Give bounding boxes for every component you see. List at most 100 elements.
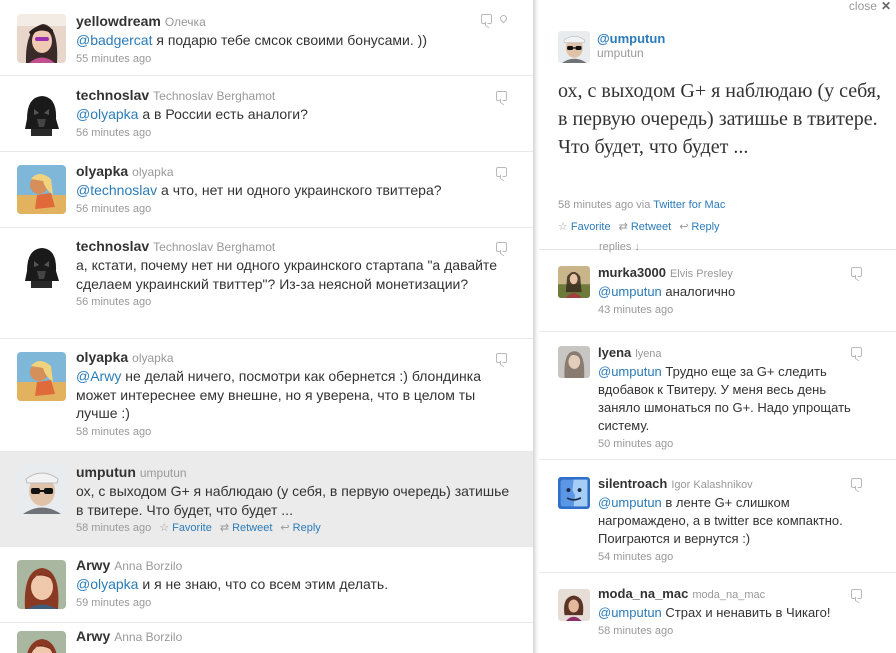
tweet-author[interactable]: olyapka [76,349,128,365]
tweet-text: @badgercat я подарю тебе смсок своими бо… [76,31,513,50]
tweet-text: @olyapka и я не знаю, что со всем этим д… [76,575,513,594]
timeline-tweet[interactable]: Arwy Anna Borzilo @olyapka и я не знаю, ч… [0,547,533,623]
tweet-author[interactable]: yellowdream [76,13,161,29]
reply-author[interactable]: moda_na_mac [598,586,688,601]
avatar-technoslav[interactable] [17,89,66,138]
close-label: close [848,0,877,13]
avatar-technoslav[interactable] [17,241,66,290]
tweet-timestamp[interactable]: 58 minutes ago [76,522,151,534]
timeline-tweet[interactable]: Arwy Anna Borzilo [0,623,533,653]
reply-bubble-icon[interactable] [496,241,507,252]
reply-bubble-icon[interactable] [851,266,862,277]
reply-timestamp[interactable]: 54 minutes ago [598,549,864,565]
detail-username: umputun [597,46,644,60]
reply-bubble-icon[interactable] [851,346,862,357]
tweet-text-body: я подарю тебе смсок своими бонусами. )) [152,32,427,48]
reply-text: @umputun Страх и ненавить в Чикаго! [598,604,864,622]
tweet-author[interactable]: olyapka [76,163,128,179]
timeline-tweet[interactable]: olyapka olyapka @Arwy не делай ничего, по… [0,339,533,452]
avatar-lyena[interactable] [558,346,590,378]
detail-screen-name[interactable]: @umputun [597,31,665,46]
detail-client-link[interactable]: Twitter for Mac [653,199,725,211]
tweet-icons [488,164,507,178]
tweet-timestamp[interactable]: 56 minutes ago [76,201,513,217]
avatar-yellowdream[interactable] [17,14,66,63]
mention-link[interactable]: @umputun [598,284,662,299]
tweet-author[interactable]: technoslav [76,87,149,103]
tweet-fullname: Technoslav Berghamot [153,240,276,254]
reply-author[interactable]: lyena [598,345,631,360]
reply-bubble-icon[interactable] [496,90,507,101]
reply-bubble-icon[interactable] [481,13,492,24]
reply-bubble-icon[interactable] [496,352,507,363]
reply-timestamp[interactable]: 58 minutes ago [598,623,864,639]
timeline-tweet[interactable]: technoslav Technoslav Berghamot @olyapka … [0,76,533,152]
mention-link[interactable]: @badgercat [76,32,152,48]
tweet-author[interactable]: Arwy [76,628,110,644]
tweet-text-body: а в России есть аналоги? [138,106,308,122]
reply-author[interactable]: murka3000 [598,265,666,280]
avatar-olyapka[interactable] [17,165,66,214]
detail-actions: ☆ Favorite ⇄ Retweet ↩ Reply [558,220,720,233]
geo-pin-icon[interactable] [498,13,509,24]
timeline-tweet[interactable]: yellowdream Олечка @badgercat я подарю те… [0,0,533,76]
reply-timestamp[interactable]: 43 minutes ago [598,302,864,318]
reply-label: Reply [292,522,321,534]
tweet-timestamp[interactable]: 59 minutes ago [76,595,513,611]
mention-link[interactable]: @olyapka [76,106,138,122]
tweet-icons [488,88,507,102]
tweet-author[interactable]: technoslav [76,238,149,254]
timeline-tweet-selected[interactable]: umputun umputun ох, с выходом G+ я наблюд… [0,452,533,547]
reply-timestamp[interactable]: 50 minutes ago [598,436,864,452]
tweet-text: ох, с выходом G+ я наблюдаю (у себя, в п… [76,482,513,519]
reply-text-body: аналогично [661,284,736,299]
star-icon: ☆ [159,522,170,534]
avatar-arwy[interactable] [17,560,66,609]
tweet-fullname: olyapka [132,165,174,179]
mention-link[interactable]: @olyapka [76,576,138,592]
retweet-button[interactable]: ⇄ Retweet [619,221,672,233]
favorite-button[interactable]: ☆ Favorite [558,221,611,233]
avatar-arwy[interactable] [17,631,66,653]
avatar-moda-na-mac[interactable] [558,589,590,621]
mention-link[interactable]: @Arwy [76,368,121,384]
avatar-umputun[interactable] [558,31,590,63]
tweet-timestamp[interactable]: 55 minutes ago [76,51,513,67]
reply-tweet[interactable]: murka3000 Elvis Presley @umputun аналогич… [539,258,896,332]
timeline-tweet[interactable]: technoslav Technoslav Berghamot а, кстати… [0,228,533,339]
reply-tweet[interactable]: lyena lyena @umputun Трудно еще за G+ сле… [539,332,896,460]
tweet-timestamp[interactable]: 56 minutes ago [76,125,513,141]
retweet-button[interactable]: ⇄ Retweet [220,522,273,534]
tweet-author[interactable]: umputun [76,464,136,480]
twitter-client-window: yellowdream Олечка @badgercat я подарю те… [0,0,896,653]
avatar-umputun[interactable] [17,465,66,514]
mention-link[interactable]: @umputun [598,495,662,510]
reply-tweet[interactable]: silentroach Igor Kalashnikov @umputun в л… [539,460,896,573]
avatar-olyapka[interactable] [17,352,66,401]
reply-tweet[interactable]: moda_na_mac moda_na_mac @umputun Страх и … [539,573,896,653]
reply-text-body: Страх и ненавить в Чикаго! [661,605,831,620]
avatar-silentroach[interactable] [558,477,590,509]
avatar-murka3000[interactable] [558,266,590,298]
reply-button[interactable]: ↩ Reply [679,221,719,233]
reply-author[interactable]: silentroach [598,476,667,491]
reply-bubble-icon[interactable] [851,477,862,488]
close-button[interactable]: close ✕ [849,0,891,13]
detail-meta: 58 minutes ago via Twitter for Mac [558,199,725,211]
retweet-icon: ⇄ [618,221,628,233]
tweet-timestamp[interactable]: 56 minutes ago [76,294,513,310]
reply-button[interactable]: ↩ Reply [280,522,320,534]
favorite-button[interactable]: ☆ Favorite [159,522,212,534]
detail-timestamp[interactable]: 58 minutes ago via [558,199,653,211]
mention-link[interactable]: @umputun [598,605,662,620]
mention-link[interactable]: @umputun [598,364,662,379]
tweet-timestamp[interactable]: 58 minutes ago [76,424,513,440]
timeline-tweet[interactable]: olyapka olyapka @technoslav а что, нет ни… [0,152,533,228]
mention-link[interactable]: @technoslav [76,182,157,198]
replies-toggle[interactable]: replies ↓ [599,241,640,253]
reply-bubble-icon[interactable] [496,166,507,177]
tweet-author[interactable]: Arwy [76,557,110,573]
reply-bubble-icon[interactable] [851,588,862,599]
reply-icons [843,264,862,278]
tweet-fullname: Anna Borzilo [114,559,183,573]
